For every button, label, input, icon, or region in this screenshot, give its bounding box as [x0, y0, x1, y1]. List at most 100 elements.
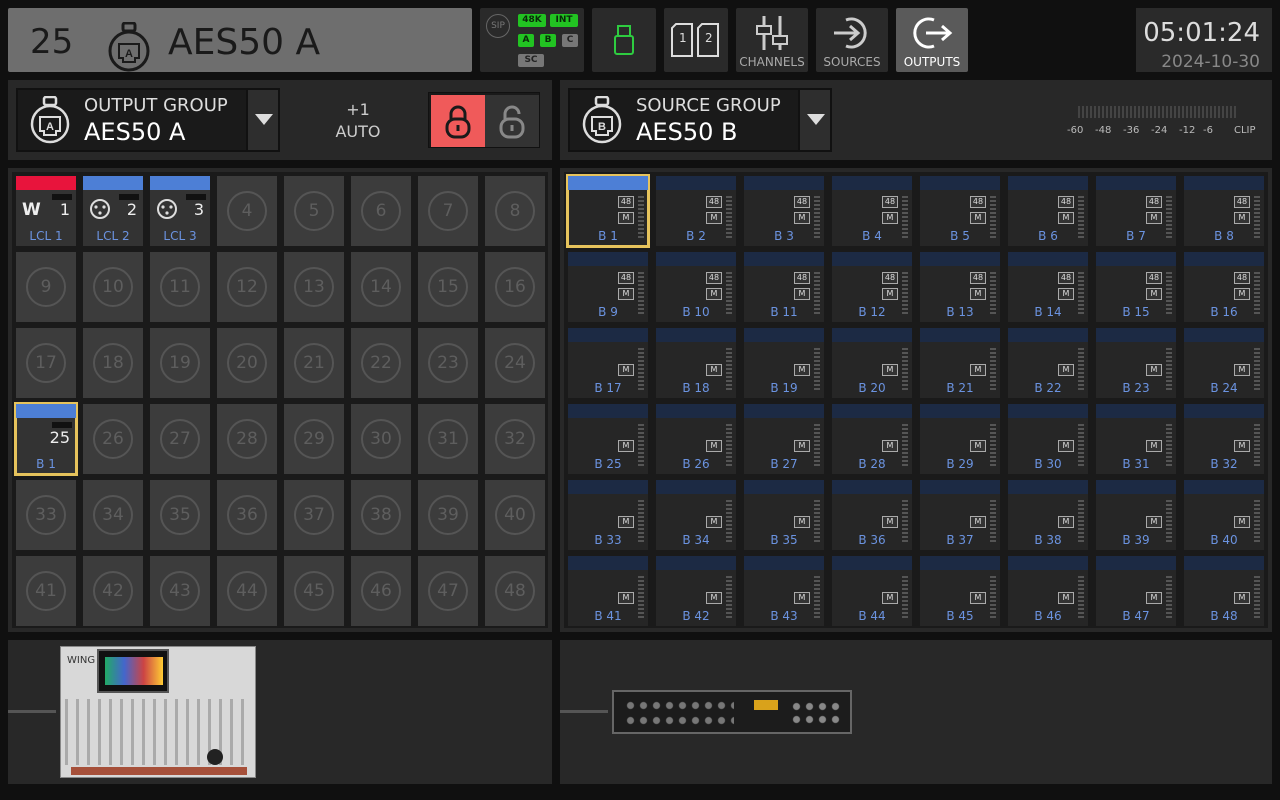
source-slot[interactable]: M B 30: [1008, 404, 1088, 474]
output-slot[interactable]: 15: [418, 252, 478, 322]
source-slot[interactable]: 48 M B 15: [1096, 252, 1176, 322]
output-slot[interactable]: 29: [284, 404, 344, 474]
source-slot[interactable]: M B 17: [568, 328, 648, 398]
channel-title-bar[interactable]: 25 A AES50 A: [8, 8, 472, 72]
output-slot[interactable]: 47: [418, 556, 478, 626]
source-slot[interactable]: 48 M B 6: [1008, 176, 1088, 246]
output-slot[interactable]: 2 LCL 2: [83, 176, 143, 246]
output-slot[interactable]: 11: [150, 252, 210, 322]
stagebox-device-icon[interactable]: [612, 690, 852, 734]
source-slot[interactable]: M B 18: [656, 328, 736, 398]
source-slot[interactable]: M B 35: [744, 480, 824, 550]
source-slot[interactable]: M B 41: [568, 556, 648, 626]
output-slot[interactable]: 42: [83, 556, 143, 626]
source-slot[interactable]: M B 39: [1096, 480, 1176, 550]
source-slot[interactable]: M B 32: [1184, 404, 1264, 474]
auto-mode[interactable]: AUTO: [298, 122, 418, 141]
output-slot[interactable]: 12: [217, 252, 277, 322]
source-slot[interactable]: 48 M B 4: [832, 176, 912, 246]
output-slot[interactable]: 30: [351, 404, 411, 474]
source-slot[interactable]: M B 44: [832, 556, 912, 626]
source-slot[interactable]: M B 24: [1184, 328, 1264, 398]
source-slot[interactable]: M B 40: [1184, 480, 1264, 550]
source-slot[interactable]: M B 48: [1184, 556, 1264, 626]
output-slot[interactable]: 48: [485, 556, 545, 626]
output-slot[interactable]: 41: [16, 556, 76, 626]
output-slot[interactable]: 26: [83, 404, 143, 474]
source-slot[interactable]: M B 25: [568, 404, 648, 474]
source-slot[interactable]: M B 47: [1096, 556, 1176, 626]
output-slot[interactable]: 46: [351, 556, 411, 626]
source-slot[interactable]: M B 19: [744, 328, 824, 398]
source-slot[interactable]: M B 20: [832, 328, 912, 398]
console-device-icon[interactable]: WING: [60, 646, 256, 778]
output-slot[interactable]: 17: [16, 328, 76, 398]
source-slot[interactable]: M B 42: [656, 556, 736, 626]
source-slot[interactable]: 48 M B 9: [568, 252, 648, 322]
source-slot[interactable]: 48 M B 11: [744, 252, 824, 322]
output-slot[interactable]: 8: [485, 176, 545, 246]
output-slot[interactable]: 19: [150, 328, 210, 398]
source-slot[interactable]: M B 31: [1096, 404, 1176, 474]
source-slot[interactable]: M B 33: [568, 480, 648, 550]
output-slot[interactable]: 22: [351, 328, 411, 398]
source-slot[interactable]: 48 M B 7: [1096, 176, 1176, 246]
output-slot[interactable]: 35: [150, 480, 210, 550]
source-slot[interactable]: M B 46: [1008, 556, 1088, 626]
channels-button[interactable]: CHANNELS: [736, 8, 808, 72]
lock-toggle[interactable]: [428, 92, 540, 148]
output-slot[interactable]: 44: [217, 556, 277, 626]
source-slot[interactable]: M B 29: [920, 404, 1000, 474]
source-slot[interactable]: M B 27: [744, 404, 824, 474]
source-slot[interactable]: M B 43: [744, 556, 824, 626]
output-slot[interactable]: 5: [284, 176, 344, 246]
output-slot[interactable]: 6: [351, 176, 411, 246]
output-slot[interactable]: 13: [284, 252, 344, 322]
output-slot[interactable]: 16: [485, 252, 545, 322]
output-slot[interactable]: 34: [83, 480, 143, 550]
output-slot[interactable]: 31: [418, 404, 478, 474]
output-slot[interactable]: 9: [16, 252, 76, 322]
output-slot[interactable]: 24: [485, 328, 545, 398]
lock-button[interactable]: [431, 95, 485, 147]
output-slot[interactable]: 45: [284, 556, 344, 626]
output-group-selector[interactable]: A OUTPUT GROUP AES50 A: [16, 88, 280, 152]
output-slot[interactable]: 14: [351, 252, 411, 322]
output-slot[interactable]: 21: [284, 328, 344, 398]
output-slot[interactable]: 28: [217, 404, 277, 474]
output-slot[interactable]: 10: [83, 252, 143, 322]
unlock-button[interactable]: [485, 95, 539, 147]
source-slot[interactable]: M B 45: [920, 556, 1000, 626]
source-slot[interactable]: M B 36: [832, 480, 912, 550]
source-slot[interactable]: M B 26: [656, 404, 736, 474]
output-slot[interactable]: 18: [83, 328, 143, 398]
output-slot[interactable]: 37: [284, 480, 344, 550]
source-slot[interactable]: 48 M B 8: [1184, 176, 1264, 246]
cards-button[interactable]: 1 2: [664, 8, 728, 72]
source-slot[interactable]: 48 M B 2: [656, 176, 736, 246]
output-slot[interactable]: 36: [217, 480, 277, 550]
output-slot[interactable]: 20: [217, 328, 277, 398]
output-slot[interactable]: 39: [418, 480, 478, 550]
source-slot[interactable]: 48 M B 16: [1184, 252, 1264, 322]
output-slot[interactable]: 33: [16, 480, 76, 550]
output-slot[interactable]: W 1 LCL 1: [16, 176, 76, 246]
output-slot[interactable]: 40: [485, 480, 545, 550]
output-group-dropdown[interactable]: [246, 90, 278, 150]
step-value[interactable]: +1: [298, 100, 418, 119]
source-slot[interactable]: 48 M B 1: [566, 174, 650, 248]
output-slot[interactable]: 27: [150, 404, 210, 474]
output-slot[interactable]: 43: [150, 556, 210, 626]
output-slot[interactable]: 4: [217, 176, 277, 246]
source-slot[interactable]: M B 37: [920, 480, 1000, 550]
output-slot[interactable]: 23: [418, 328, 478, 398]
source-slot[interactable]: 48 M B 3: [744, 176, 824, 246]
outputs-button[interactable]: OUTPUTS: [896, 8, 968, 72]
source-group-dropdown[interactable]: [798, 90, 830, 150]
source-slot[interactable]: M B 23: [1096, 328, 1176, 398]
output-slot[interactable]: 3 LCL 3: [150, 176, 210, 246]
source-slot[interactable]: 48 M B 5: [920, 176, 1000, 246]
source-slot[interactable]: 48 M B 13: [920, 252, 1000, 322]
source-slot[interactable]: M B 34: [656, 480, 736, 550]
source-slot[interactable]: M B 38: [1008, 480, 1088, 550]
